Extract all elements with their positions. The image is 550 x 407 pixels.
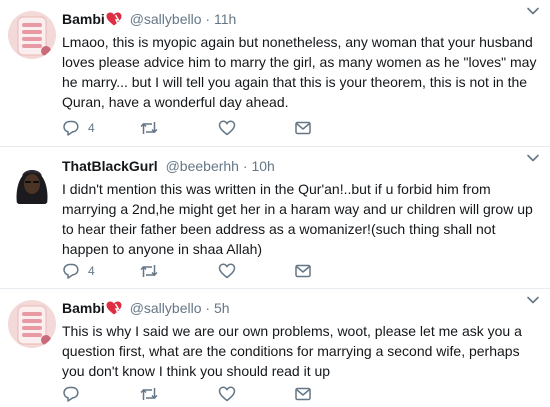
reply-icon [62, 262, 80, 280]
tweet-item[interactable]: Bambi @sallybello · 5h This is why I sai… [0, 289, 550, 407]
tweet-item[interactable]: Bambi @sallybello · 11h Lmaoo, this is m… [0, 0, 550, 147]
like-button[interactable] [218, 384, 236, 404]
reply-count: 4 [88, 264, 95, 278]
separator-dot: · [205, 300, 211, 316]
tweet-timestamp[interactable]: 11h [214, 11, 236, 27]
retweet-button[interactable] [139, 384, 159, 404]
heart-icon [218, 119, 236, 137]
chevron-down-icon[interactable] [526, 4, 540, 18]
direct-message-button[interactable] [294, 118, 312, 138]
tweet-text: I didn't mention this was written in the… [62, 181, 533, 257]
tweet-item[interactable]: ThatBlackGurl @beeberhh · 10h I didn't m… [0, 147, 550, 289]
chevron-down-icon[interactable] [526, 293, 540, 307]
tweet-text: Lmaoo, this is myopic again but nonethel… [62, 34, 537, 110]
heart-emoji-icon [106, 12, 122, 30]
direct-message-button[interactable] [294, 384, 312, 404]
display-name[interactable]: ThatBlackGurl [62, 158, 158, 174]
reply-count: 4 [88, 121, 95, 135]
chevron-down-icon[interactable] [526, 151, 540, 165]
heart-emoji-icon [106, 301, 122, 319]
display-name[interactable]: Bambi [62, 11, 105, 27]
retweet-icon [139, 385, 159, 403]
like-button[interactable] [218, 118, 236, 138]
reply-icon [62, 119, 80, 137]
tweet-text: This is why I said we are our own proble… [62, 323, 522, 379]
reply-button[interactable]: 4 [62, 261, 95, 281]
avatar[interactable] [8, 300, 56, 348]
user-handle[interactable]: @beeberhh [166, 158, 239, 174]
avatar[interactable] [8, 160, 56, 208]
avatar[interactable] [8, 11, 56, 59]
tweet-timestamp[interactable]: 5h [214, 300, 230, 316]
direct-message-button[interactable] [294, 261, 312, 281]
user-handle[interactable]: @sallybello [130, 11, 202, 27]
reply-button[interactable] [62, 384, 88, 404]
retweet-icon [139, 119, 159, 137]
heart-icon [218, 385, 236, 403]
retweet-icon [139, 262, 159, 280]
user-handle[interactable]: @sallybello [130, 300, 202, 316]
retweet-button[interactable] [139, 261, 159, 281]
retweet-button[interactable] [139, 118, 159, 138]
envelope-icon [294, 385, 312, 403]
separator-dot: · [242, 158, 248, 174]
envelope-icon [294, 119, 312, 137]
reply-button[interactable]: 4 [62, 118, 95, 138]
reply-icon [62, 385, 80, 403]
separator-dot: · [205, 11, 211, 27]
tweet-timestamp[interactable]: 10h [251, 158, 274, 174]
envelope-icon [294, 262, 312, 280]
heart-icon [218, 262, 236, 280]
display-name[interactable]: Bambi [62, 300, 105, 316]
like-button[interactable] [218, 261, 236, 281]
